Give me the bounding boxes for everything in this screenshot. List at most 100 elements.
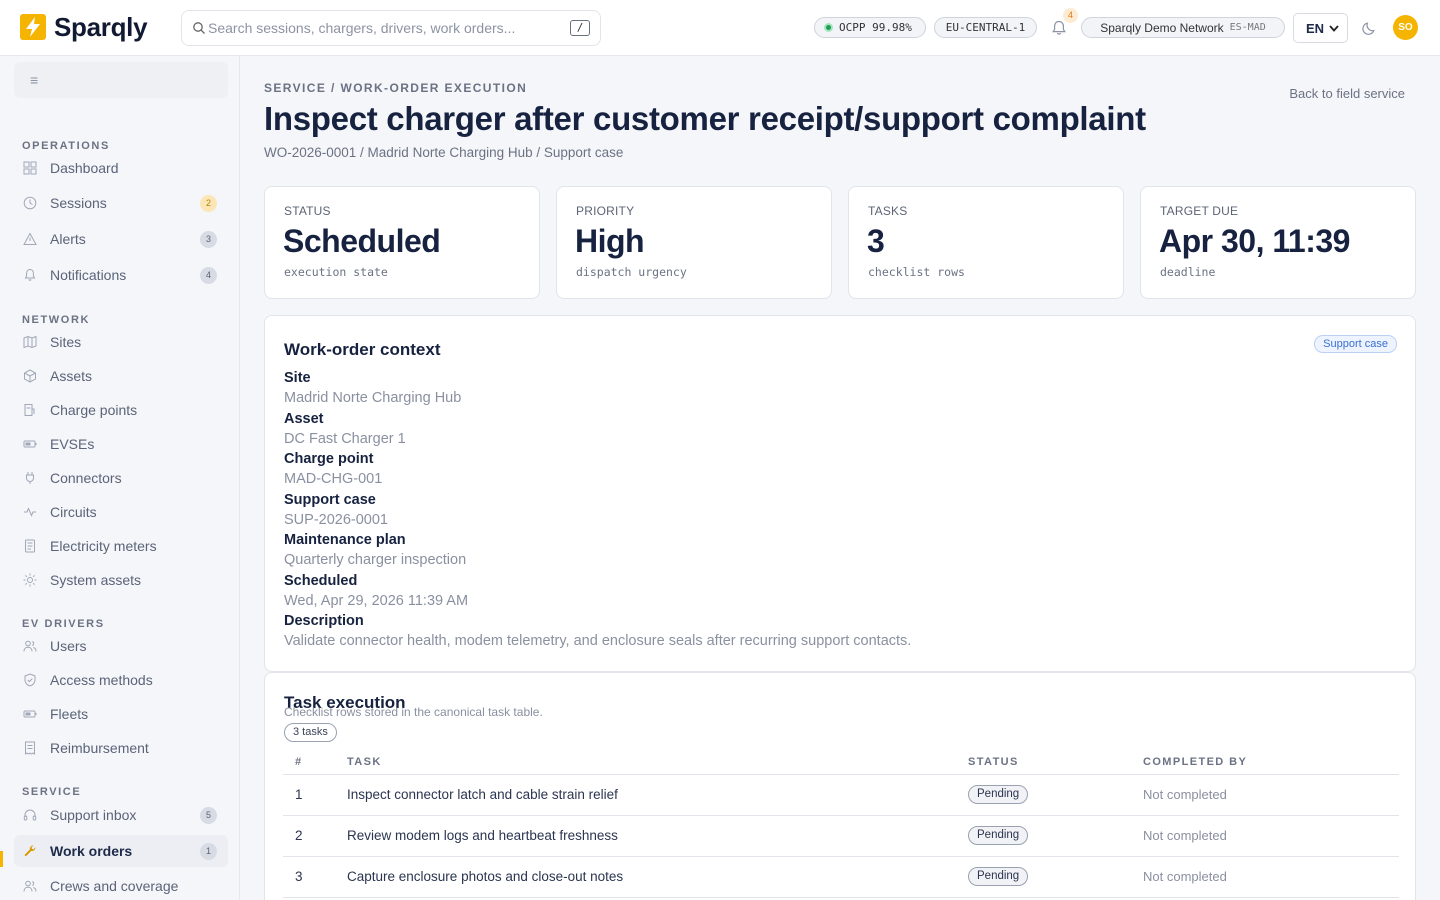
sidebar-item-crews-and-coverage[interactable]: Crews and coverage <box>14 870 228 900</box>
sidebar-item-notifications[interactable]: Notifications 4 <box>14 259 228 291</box>
task-status-cell: Pending <box>968 815 1143 857</box>
battery-icon <box>23 437 37 451</box>
table-row[interactable]: 3 Capture enclosure photos and close-out… <box>283 856 1399 898</box>
pulse-icon <box>23 505 37 519</box>
column-header-status: STATUS <box>968 744 1143 775</box>
nav-section-network: NETWORK <box>22 314 91 326</box>
search-input[interactable] <box>208 20 570 36</box>
kpi-hint: deadline <box>1160 265 1216 279</box>
kpi-value: 3 <box>867 223 885 259</box>
task-execution-card: Task execution Checklist rows stored in … <box>264 672 1416 900</box>
sidebar-item-fleets[interactable]: Fleets <box>14 698 228 730</box>
kpi-value: Apr 30, 11:39 <box>1159 223 1350 259</box>
support-case-tag: Support case <box>1314 335 1397 353</box>
sidebar-item-connectors[interactable]: Connectors <box>14 462 228 494</box>
sidebar-item-alerts[interactable]: Alerts 3 <box>14 223 228 255</box>
task-name: Inspect connector latch and cable strain… <box>347 774 968 816</box>
breadcrumb: SERVICE / WORK-ORDER EXECUTION <box>264 81 528 95</box>
sidebar-item-system-assets[interactable]: System assets <box>14 564 228 596</box>
sidebar-item-electricity-meters[interactable]: Electricity meters <box>14 530 228 562</box>
sidebar-item-sites[interactable]: Sites <box>14 326 228 358</box>
sidebar-item-sessions[interactable]: Sessions 2 <box>14 187 228 219</box>
language-value: EN <box>1306 20 1325 36</box>
sidebar-item-access-methods[interactable]: Access methods <box>14 664 228 696</box>
language-select[interactable]: EN <box>1293 13 1348 43</box>
count-badge: 2 <box>200 195 217 212</box>
fuel-icon <box>23 403 37 417</box>
sidebar-item-label: Charge points <box>50 402 138 418</box>
tasks-count-badge: 3 tasks <box>284 723 337 742</box>
task-table: # TASK STATUS COMPLETED BY 1 Inspect con… <box>283 744 1399 898</box>
field-value: Wed, Apr 29, 2026 11:39 AM <box>284 592 469 609</box>
kpi-label: PRIORITY <box>576 204 635 218</box>
meter-icon <box>23 539 37 553</box>
sidebar-item-charge-points[interactable]: Charge points <box>14 394 228 426</box>
task-completed-by: Not completed <box>1143 856 1399 898</box>
sidebar-item-label: Circuits <box>50 504 97 520</box>
sidebar-item-label: Notifications <box>50 267 127 283</box>
sidebar-item-label: Fleets <box>50 706 89 722</box>
sidebar-item-assets[interactable]: Assets <box>14 360 228 392</box>
sidebar-collapse-button[interactable]: ≡ <box>14 62 228 98</box>
count-badge: 1 <box>200 843 217 860</box>
sidebar-item-reimbursement[interactable]: Reimbursement <box>14 732 228 764</box>
field-label: Charge point <box>284 451 374 467</box>
task-completed-by: Not completed <box>1143 774 1399 816</box>
field-label: Support case <box>284 491 376 508</box>
page-title: Inspect charger after customer receipt/s… <box>264 100 1146 137</box>
table-header-row: # TASK STATUS COMPLETED BY <box>283 744 1399 775</box>
receipt-icon <box>23 741 37 755</box>
grid-icon <box>23 161 37 175</box>
count-badge: 5 <box>200 807 217 824</box>
dark-mode-moon-icon[interactable] <box>1361 19 1379 37</box>
users-icon <box>23 639 37 653</box>
kpi-card-status: STATUS Scheduled execution state <box>264 186 540 299</box>
logo[interactable]: Sparqly <box>20 12 148 42</box>
global-search[interactable]: / <box>181 10 601 46</box>
sidebar-item-label: System assets <box>50 572 142 588</box>
region-badge[interactable]: EU-CENTRAL-1 <box>934 17 1037 38</box>
kpi-value: High <box>575 223 645 259</box>
brand-name: Sparqly <box>54 12 148 42</box>
sidebar-item-users[interactable]: Users <box>14 630 228 662</box>
sidebar-item-circuits[interactable]: Circuits <box>14 496 228 528</box>
work-order-context-card: Work-order context Support case Site Mad… <box>264 315 1416 672</box>
sidebar-item-label: Reimbursement <box>50 740 149 756</box>
users-icon <box>23 879 37 893</box>
sidebar-item-label: Support inbox <box>50 807 137 823</box>
context-details: Site Madrid Norte Charging Hub Asset DC … <box>284 370 911 654</box>
status-badge: Pending <box>968 785 1029 804</box>
cube-icon <box>23 369 37 383</box>
status-dot-icon <box>824 23 833 32</box>
shield-icon <box>23 673 37 687</box>
task-completed-by: Not completed <box>1143 815 1399 857</box>
sidebar-item-label: Sites <box>50 334 82 350</box>
column-header-task: TASK <box>347 744 968 775</box>
network-code: ES-MAD <box>1229 22 1266 33</box>
ocpp-status-badge[interactable]: OCPP 99.98% <box>814 17 926 38</box>
column-header-number: # <box>283 744 347 775</box>
task-status-cell: Pending <box>968 856 1143 898</box>
table-row[interactable]: 2 Review modem logs and heartbeat freshn… <box>283 815 1399 857</box>
user-avatar[interactable]: SO <box>1393 15 1418 40</box>
sidebar-item-evses[interactable]: EVSEs <box>14 428 228 460</box>
field-label: Site <box>284 370 311 386</box>
main-content: SERVICE / WORK-ORDER EXECUTION Back to f… <box>240 56 1440 900</box>
kpi-hint: dispatch urgency <box>576 265 687 279</box>
back-to-field-service-link[interactable]: Back to field service <box>1289 86 1405 101</box>
field-value: Validate connector health, modem telemet… <box>284 633 912 649</box>
task-number: 2 <box>283 815 347 857</box>
ocpp-status-text: OCPP 99.98% <box>839 21 912 34</box>
sidebar-item-support-inbox[interactable]: Support inbox 5 <box>14 799 228 831</box>
network-switcher[interactable]: Sparqly Demo Network ES-MAD <box>1081 17 1285 38</box>
sidebar-item-label: Alerts <box>50 231 86 247</box>
field-value: Madrid Norte Charging Hub <box>284 390 462 406</box>
sidebar-item-work-orders[interactable]: Work orders 1 <box>14 835 228 867</box>
sidebar: ≡ OPERATIONS Dashboard Sessions 2 Alerts 3 Not… <box>0 56 240 900</box>
field-label: Scheduled <box>284 572 358 589</box>
sidebar-item-dashboard[interactable]: Dashboard <box>14 152 228 184</box>
field-value: DC Fast Charger 1 <box>284 430 406 447</box>
kpi-card-tasks: TASKS 3 checklist rows <box>848 186 1124 299</box>
chevron-down-icon <box>1329 24 1339 32</box>
table-row[interactable]: 1 Inspect connector latch and cable stra… <box>283 774 1399 816</box>
